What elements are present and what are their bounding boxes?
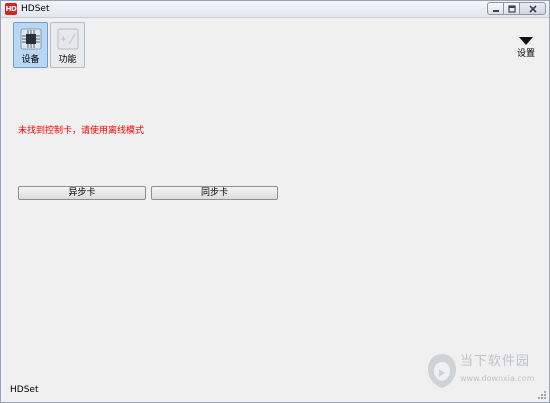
maximize-icon: [507, 4, 516, 13]
window-title: HDSet: [21, 4, 50, 14]
toolbar-function-label: 功能: [58, 55, 77, 65]
toolbar-function-button[interactable]: 功能: [50, 22, 85, 68]
watermark: 当下软件园 www.downxia.com: [427, 351, 542, 393]
close-icon: [528, 4, 537, 13]
minimize-button[interactable]: [487, 2, 504, 15]
controller-not-found-message: 未找到控制卡，请使用离线模式: [18, 126, 145, 136]
settings-menu-button[interactable]: 设置: [513, 35, 539, 61]
app-logo-icon: HD: [5, 3, 17, 15]
toolbar-device-button[interactable]: 设备: [13, 22, 48, 68]
title-bar[interactable]: HD HDSet: [1, 1, 549, 18]
resize-grip-icon[interactable]: [537, 390, 547, 400]
maximize-button[interactable]: [503, 2, 520, 15]
watermark-url: www.downxia.com: [460, 374, 535, 383]
sync-card-button[interactable]: 同步卡: [151, 186, 278, 200]
watermark-logo-icon: [428, 354, 456, 388]
chip-icon: [20, 28, 42, 50]
toolbar-device-label: 设备: [21, 55, 40, 65]
function-icon: [57, 28, 79, 50]
status-bar-text: HDSet: [10, 385, 39, 395]
async-card-button[interactable]: 异步卡: [18, 186, 146, 200]
watermark-text: 当下软件园: [460, 354, 531, 369]
close-button[interactable]: [519, 2, 546, 15]
window-controls: [487, 2, 546, 16]
app-window: HD HDSet 设备 功能 设置 未找到控制卡，请使用离线模式 异步卡 同步卡…: [0, 0, 550, 403]
settings-label: 设置: [516, 49, 535, 59]
dropdown-arrow-icon: [519, 37, 533, 45]
minimize-icon: [492, 9, 499, 12]
